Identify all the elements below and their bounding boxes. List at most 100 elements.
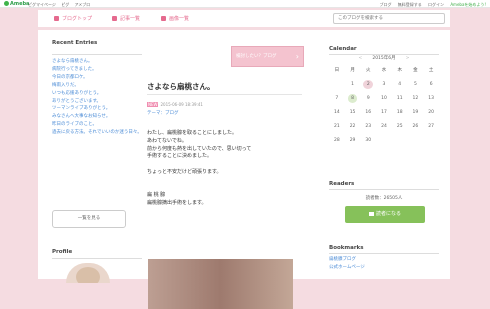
all-entries-button[interactable]: 一覧を見る <box>52 210 126 228</box>
readers-title: Readers <box>329 181 355 187</box>
topbar-link-mypage[interactable]: ピグマイページ <box>28 2 56 7</box>
calendar-day: 19 <box>412 110 419 115</box>
article-title[interactable]: さよなら扇桃さん。 <box>147 81 215 92</box>
calendar-day: 17 <box>381 110 387 115</box>
calendar-empty-cell <box>376 136 392 145</box>
recent-entry[interactable]: ありがとうございます。 <box>52 98 142 106</box>
bookmarks-list: 扁桃腺ブログ 公式ホームページ <box>329 256 365 272</box>
calendar-day: 13 <box>428 96 434 101</box>
calendar-day: 1 <box>351 82 354 87</box>
recent-entry[interactable]: ツーマンライブありがとう。 <box>52 105 142 113</box>
recent-entries-title: Recent Entries <box>52 40 98 46</box>
reader-icon <box>368 211 374 216</box>
calendar-day: 28 <box>333 138 340 143</box>
camera-icon <box>161 16 166 21</box>
profile-avatar[interactable] <box>66 263 110 283</box>
nav-image-list[interactable]: 画像一覧 <box>161 15 189 22</box>
calendar-day: 21 <box>333 124 340 129</box>
calendar-weekday: 火 <box>366 68 371 73</box>
recent-entries-list: さよなら扇桃さん。 病院行ってきました。 今日の京都ロケ。 梅雨入りだ。 いつも… <box>52 58 142 137</box>
recent-entry[interactable]: 昨日のライブのこと。 <box>52 121 142 129</box>
calendar-day: 23 <box>365 124 372 129</box>
calendar-day: 30 <box>365 138 372 143</box>
recent-entry[interactable]: 病院行ってきました。 <box>52 66 142 74</box>
article-paragraph <box>147 177 312 185</box>
calendar-weekday: 金 <box>413 68 418 73</box>
calendar-day: 12 <box>412 96 419 101</box>
article-paragraph: ちょっと不安だけど頑張ります。 <box>147 168 222 175</box>
calendar-weekday: 水 <box>381 68 387 73</box>
blog-header: ブログトップ 記事一覧 画像一覧 <box>38 10 450 27</box>
article-title-divider <box>147 94 302 95</box>
recent-entry[interactable]: 梅雨入りだ。 <box>52 82 142 90</box>
calendar-title: Calendar <box>329 46 357 52</box>
topbar-right-link-blog[interactable]: ブログ <box>379 2 391 7</box>
article-paragraph: 扁 桃 腺 <box>147 192 166 199</box>
recent-entry[interactable]: さよなら扇桃さん。 <box>52 58 142 66</box>
recent-entries-divider <box>52 54 142 55</box>
calendar-day: 2 <box>363 80 374 89</box>
calendar-empty-cell <box>392 136 408 145</box>
calendar-day: 14 <box>333 110 340 115</box>
calendar-weekday: 土 <box>428 68 434 73</box>
calendar-day: 16 <box>365 110 372 115</box>
blog-search-input[interactable] <box>333 13 445 24</box>
article-meta: NEW 2015-06-09 18:39:41 <box>147 102 203 107</box>
article-photo[interactable] <box>148 259 293 309</box>
calendar-weekday: 日 <box>334 68 340 73</box>
calendar-day[interactable]: 8 <box>347 94 358 103</box>
article-paragraph: 手術することに決めました。 <box>147 153 213 160</box>
bookmark-link[interactable]: 扁桃腺ブログ <box>329 256 365 264</box>
document-icon <box>112 16 117 21</box>
article-theme-link[interactable]: テーマ：ブログ <box>147 110 179 116</box>
calendar-day: 10 <box>381 96 387 101</box>
profile-divider <box>52 258 142 259</box>
calendar-empty-cell <box>423 136 439 145</box>
calendar-day: 3 <box>382 82 386 87</box>
nav-blog-top-label: ブログトップ <box>62 16 93 22</box>
calendar-day: 22 <box>349 124 356 129</box>
calendar-next-month[interactable]: > <box>406 56 410 61</box>
calendar-day: 6 <box>429 82 433 87</box>
become-reader-button[interactable]: 読者になる <box>345 206 425 223</box>
ameba-logo[interactable]: Ameba <box>4 1 29 7</box>
main-panel: Recent Entries さよなら扇桃さん。 病院行ってきました。 今日の京… <box>38 30 450 309</box>
article-paragraph: わたし、扁桃腺を取ることにしました。 <box>147 130 238 136</box>
calendar-day: 18 <box>396 110 403 115</box>
bookmark-link[interactable]: 公式ホームページ <box>329 264 365 272</box>
chevron-right-icon: › <box>295 52 299 61</box>
readers-divider <box>329 189 439 190</box>
calendar-grid: 日月火水木金土 1 2 3 4 5 6 7 8 9 10 11 12 13 14 15 16 17 18 19 20 21… <box>329 66 439 145</box>
calendar-day: 29 <box>349 138 356 143</box>
topbar-link-pigg[interactable]: ピグ <box>61 2 69 7</box>
topbar-start-link[interactable]: Amebaを始めよう! <box>450 2 486 7</box>
readers-count: 読者数：26505人 <box>365 196 403 201</box>
become-reader-label: 読者になる <box>375 211 401 217</box>
article-paragraph <box>147 185 312 193</box>
article-date: 2015-06-09 18:39:41 <box>160 102 203 107</box>
calendar-prev-month[interactable]: < <box>359 56 363 61</box>
calendar-day: 27 <box>428 124 434 129</box>
recent-entry[interactable]: 過去に戻る方法。それでいいのか迷う日々。 <box>52 129 142 137</box>
promo-banner[interactable]: 検討したい？ブログ › <box>231 46 304 67</box>
article-body: わたし、扁桃腺を取ることにしました。 あわてないでね。 前から何度も熱を出してい… <box>147 130 312 208</box>
nav-article-list-label: 記事一覧 <box>120 16 141 22</box>
calendar-day: 4 <box>398 82 402 87</box>
nav-blog-top[interactable]: ブログトップ <box>54 15 92 22</box>
calendar-day: 24 <box>381 124 387 129</box>
calendar-day: 15 <box>349 110 356 115</box>
bookmarks-title: Bookmarks <box>329 245 364 251</box>
topbar-link-ameblo[interactable]: アメブロ <box>74 2 90 7</box>
recent-entry[interactable]: いつも応援ありがとう。 <box>52 90 142 98</box>
topbar-right-link-register[interactable]: 無料登録する <box>398 2 422 7</box>
calendar-day: 25 <box>396 124 403 129</box>
calendar-day: 5 <box>413 82 417 87</box>
nav-article-list[interactable]: 記事一覧 <box>112 15 140 22</box>
article-paragraph <box>147 161 312 169</box>
calendar-empty-cell <box>329 80 345 89</box>
recent-entry[interactable]: 今日の京都ロケ。 <box>52 74 142 82</box>
topbar-right-link-login[interactable]: ログイン <box>428 2 444 7</box>
calendar-day: 7 <box>335 96 339 101</box>
recent-entry[interactable]: みなさんへ大事なお知らせ。 <box>52 113 142 121</box>
nav-image-list-label: 画像一覧 <box>169 16 190 22</box>
